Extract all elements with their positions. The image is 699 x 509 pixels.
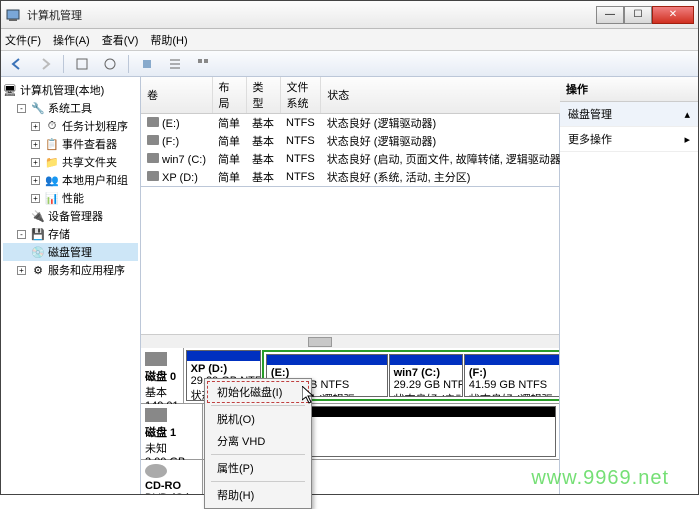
ctx-offline[interactable]: 脱机(O): [207, 408, 309, 430]
event-icon: 📋: [45, 137, 59, 151]
menubar: 文件(F) 操作(A) 查看(V) 帮助(H): [1, 29, 698, 51]
col-layout[interactable]: 布局: [212, 77, 246, 114]
tree-storage[interactable]: -💾存储: [3, 225, 138, 243]
computer-icon: 🖥: [3, 83, 17, 97]
disk-0-header[interactable]: 磁盘 0 基本 149.01 GB 联机: [141, 348, 184, 403]
menu-file[interactable]: 文件(F): [5, 32, 41, 48]
disk-icon: [145, 352, 167, 366]
chevron-right-icon: ▸: [684, 133, 690, 146]
ctx-help[interactable]: 帮助(H): [207, 484, 309, 506]
separator: [211, 481, 305, 482]
expand-icon[interactable]: +: [31, 194, 40, 203]
services-icon: ⚙: [31, 263, 45, 277]
disk-1-header[interactable]: 磁盘 1 未知 2.00 GB 没有初始化: [141, 404, 203, 459]
disk-type: 未知: [145, 443, 167, 455]
context-menu: 初始化磁盘(I) 脱机(O) 分离 VHD 属性(P) 帮助(H): [204, 378, 312, 509]
tree-disk-management[interactable]: 💿磁盘管理: [3, 243, 138, 261]
horizontal-scrollbar[interactable]: [141, 334, 559, 348]
collapse-icon[interactable]: -: [17, 104, 26, 113]
menu-help[interactable]: 帮助(H): [150, 32, 187, 48]
app-icon: [5, 7, 21, 23]
maximize-button[interactable]: ☐: [624, 6, 652, 24]
col-volume[interactable]: 卷: [141, 77, 212, 114]
folder-icon: 📁: [45, 155, 59, 169]
minimize-button[interactable]: —: [596, 6, 624, 24]
window-title: 计算机管理: [27, 7, 596, 23]
perf-icon: 📊: [45, 191, 59, 205]
volume-icon: [147, 153, 159, 163]
forward-button[interactable]: [35, 54, 55, 74]
partition-win7-c[interactable]: win7 (C:)29.29 GB NTFS状态良好 (启动,: [389, 354, 463, 397]
storage-icon: 💾: [31, 227, 45, 241]
volume-icon: [147, 171, 159, 181]
separator: [211, 405, 305, 406]
list-button[interactable]: [165, 54, 185, 74]
scheduler-icon: ⏱: [45, 119, 59, 133]
expand-icon[interactable]: +: [31, 176, 40, 185]
disk-title: CD-RO: [145, 480, 181, 492]
expand-icon[interactable]: +: [31, 140, 40, 149]
tree-local-users[interactable]: +👥本地用户和组: [3, 171, 138, 189]
disk-title: 磁盘 0: [145, 371, 176, 383]
actions-more[interactable]: 更多操作▸: [560, 127, 698, 152]
users-icon: 👥: [45, 173, 59, 187]
tree-event-viewer[interactable]: +📋事件查看器: [3, 135, 138, 153]
tree-device-manager[interactable]: 🔌设备管理器: [3, 207, 138, 225]
titlebar[interactable]: 计算机管理 — ☐ ✕: [1, 1, 698, 29]
partition-f[interactable]: (F:)41.59 GB NTFS状态良好 (逻辑驱: [464, 354, 559, 397]
volume-icon: [147, 135, 159, 145]
dropdown-icon: ▴: [684, 108, 690, 121]
expand-icon[interactable]: +: [31, 158, 40, 167]
tree-performance[interactable]: +📊性能: [3, 189, 138, 207]
tools-icon: 🔧: [31, 101, 45, 115]
toolbar: [1, 51, 698, 77]
scroll-thumb[interactable]: [308, 337, 332, 347]
volume-list: 卷 布局 类型 文件系统 状态 容量 可用空 (E:)简单基本NTFS状态良好 …: [141, 77, 559, 187]
menu-view[interactable]: 查看(V): [102, 32, 139, 48]
actions-header: 操作: [560, 77, 698, 102]
back-button[interactable]: [7, 54, 27, 74]
ctx-detach-vhd[interactable]: 分离 VHD: [207, 430, 309, 452]
col-status[interactable]: 状态: [321, 77, 571, 114]
col-fs[interactable]: 文件系统: [280, 77, 321, 114]
separator: [211, 454, 305, 455]
disk-title: 磁盘 1: [145, 427, 176, 439]
detail-button[interactable]: [193, 54, 213, 74]
menu-action[interactable]: 操作(A): [53, 32, 90, 48]
disk-type: 基本: [145, 387, 167, 399]
tree-services[interactable]: +⚙服务和应用程序: [3, 261, 138, 279]
tree-shared-folders[interactable]: +📁共享文件夹: [3, 153, 138, 171]
disk-icon: [145, 408, 167, 422]
col-type[interactable]: 类型: [246, 77, 280, 114]
actions-disk-mgmt[interactable]: 磁盘管理▴: [560, 102, 698, 127]
properties-button[interactable]: [100, 54, 120, 74]
collapse-icon[interactable]: -: [17, 230, 26, 239]
refresh-button[interactable]: [72, 54, 92, 74]
expand-icon[interactable]: +: [17, 266, 26, 275]
ctx-properties[interactable]: 属性(P): [207, 457, 309, 479]
volume-icon: [147, 117, 159, 127]
actions-pane: 操作 磁盘管理▴ 更多操作▸: [560, 77, 698, 494]
disk-icon: 💿: [31, 245, 45, 259]
separator: [128, 55, 129, 73]
cdrom-header[interactable]: CD-RO DVD (G:): [141, 460, 203, 495]
device-icon: 🔌: [31, 209, 45, 223]
tree-system-tools[interactable]: -🔧系统工具: [3, 99, 138, 117]
tree-root[interactable]: 🖥计算机管理(本地): [3, 81, 138, 99]
ctx-initialize-disk[interactable]: 初始化磁盘(I): [207, 381, 309, 403]
dvd-label: DVD (G:): [145, 492, 190, 495]
separator: [63, 55, 64, 73]
close-button[interactable]: ✕: [652, 6, 694, 24]
tree-pane: 🖥计算机管理(本地) -🔧系统工具 +⏱任务计划程序 +📋事件查看器 +📁共享文…: [1, 77, 141, 494]
tree-task-scheduler[interactable]: +⏱任务计划程序: [3, 117, 138, 135]
cdrom-icon: [145, 464, 167, 478]
help-button[interactable]: [137, 54, 157, 74]
expand-icon[interactable]: +: [31, 122, 40, 131]
